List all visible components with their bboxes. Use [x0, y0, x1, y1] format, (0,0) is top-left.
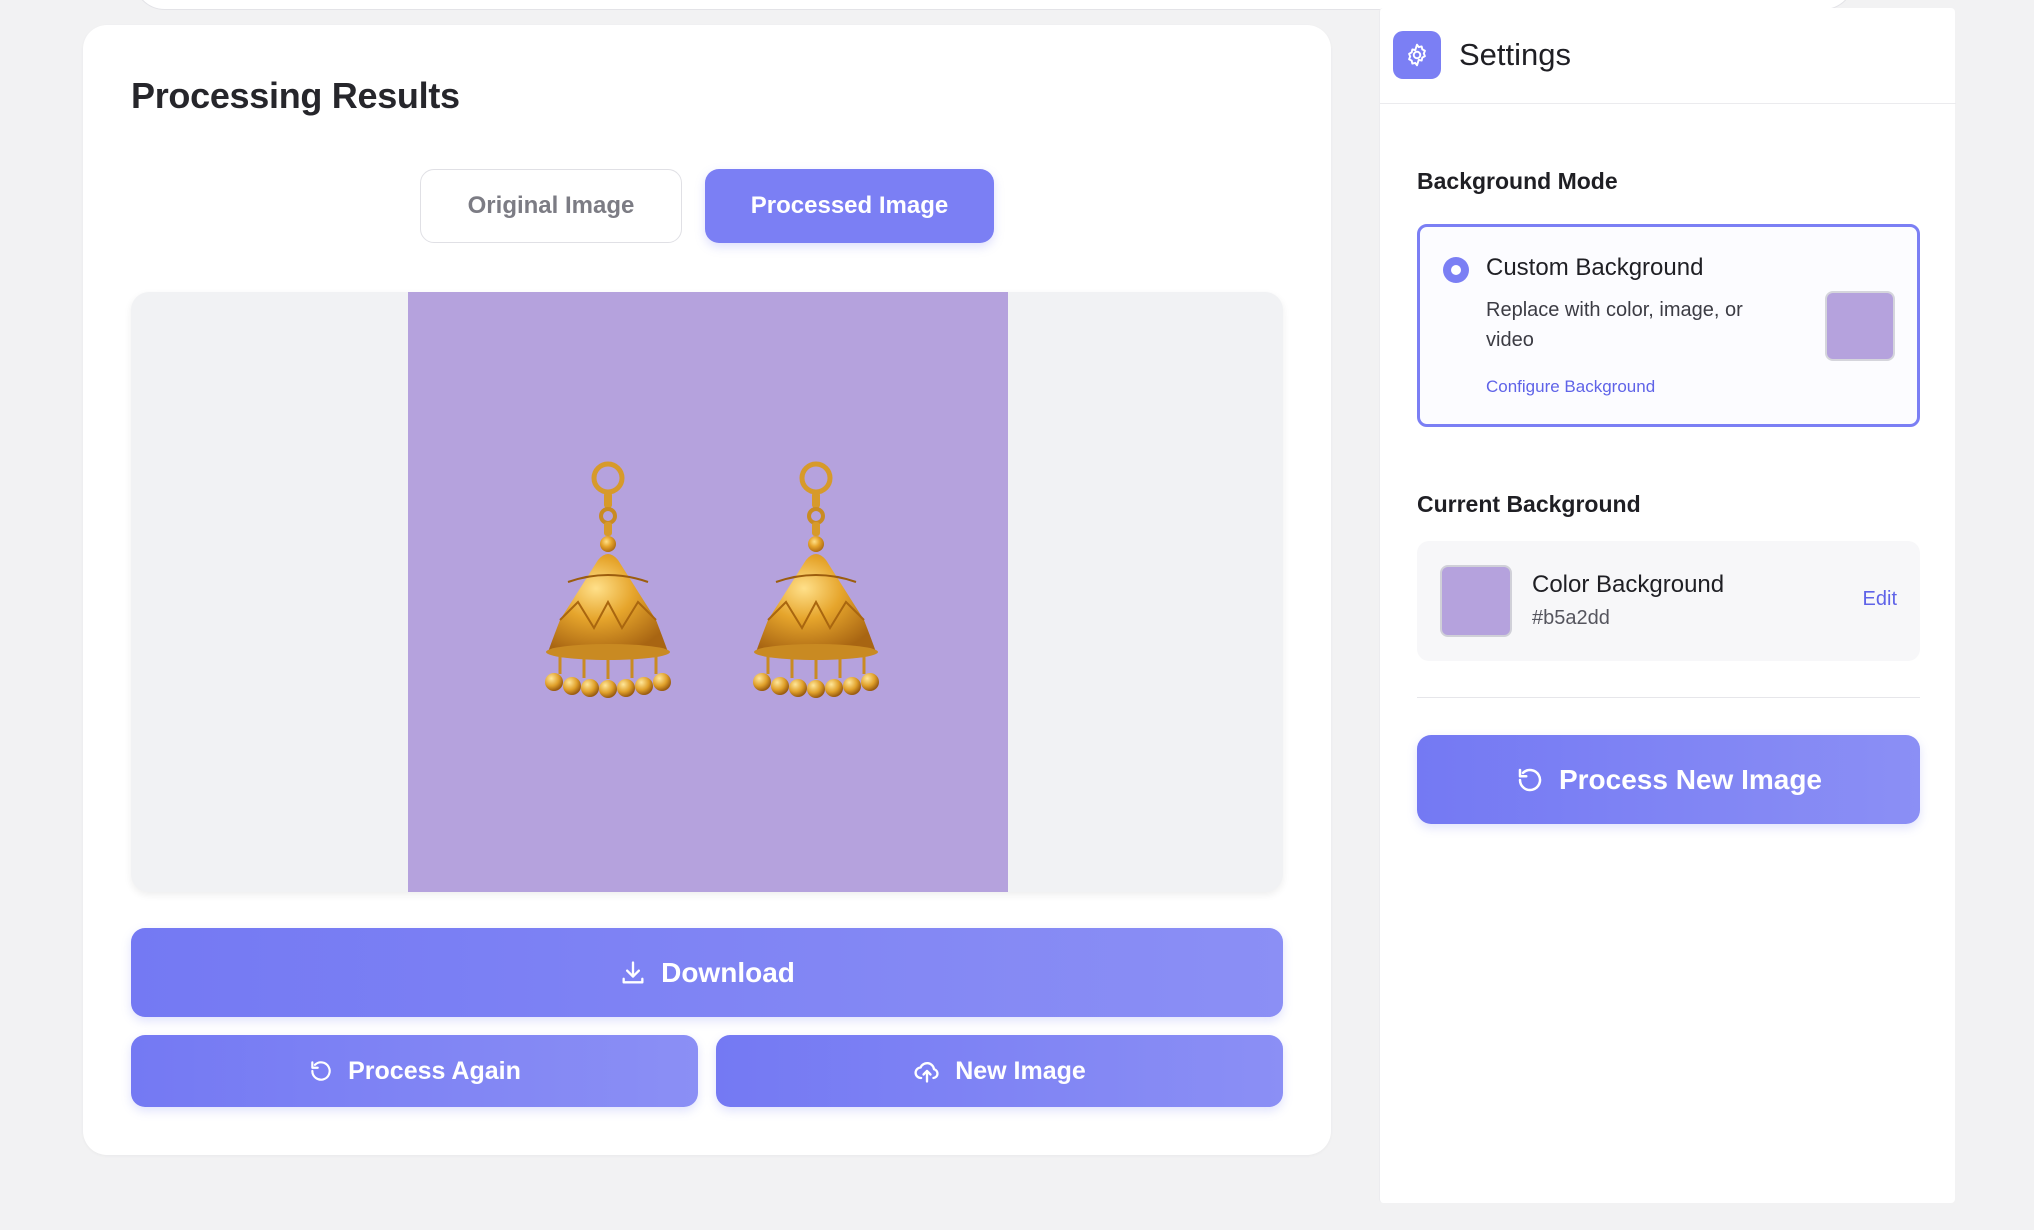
current-color-swatch: [1440, 565, 1512, 637]
download-button[interactable]: Download: [131, 928, 1283, 1017]
custom-background-description: Replace with color, image, or video: [1486, 299, 1743, 351]
tab-processed-image[interactable]: Processed Image: [705, 169, 994, 243]
background-color-swatch[interactable]: [1825, 291, 1895, 361]
app-window: Processing Results Original Image Proces…: [0, 0, 2034, 1230]
settings-title: Settings: [1459, 37, 1572, 72]
new-image-label: New Image: [955, 1056, 1086, 1085]
current-background-name: Color Background: [1532, 571, 1725, 598]
settings-header: Settings: [1380, 8, 1956, 104]
settings-panel: Settings Background Mode Custom Backgrou…: [1379, 8, 1956, 1203]
process-new-image-button[interactable]: Process New Image: [1417, 735, 1920, 824]
refresh-icon: [311, 1061, 331, 1081]
current-background-card: Color Background #b5a2dd Edit: [1417, 541, 1920, 661]
background-mode-label: Background Mode: [1417, 168, 1618, 194]
edit-background-link[interactable]: Edit: [1863, 588, 1897, 611]
current-background-label: Current Background: [1417, 491, 1641, 517]
tab-original-image[interactable]: Original Image: [420, 169, 682, 243]
process-again-button[interactable]: Process Again: [131, 1035, 698, 1107]
cloud-upload-icon: [914, 1062, 939, 1083]
process-new-image-label: Process New Image: [1558, 763, 1823, 795]
processed-image: [408, 292, 1008, 892]
configure-background-link[interactable]: Configure Background: [1486, 377, 1655, 397]
image-preview: [131, 292, 1283, 892]
gear-icon: [1393, 31, 1441, 79]
custom-background-option[interactable]: Custom Background Replace with color, im…: [1417, 224, 1920, 427]
current-background-hex: #b5a2dd: [1532, 607, 1610, 629]
page-title: Processing Results: [131, 75, 460, 116]
refresh-icon: [1518, 768, 1542, 791]
process-again-label: Process Again: [348, 1056, 521, 1085]
download-label: Download: [661, 956, 795, 988]
custom-background-title: Custom Background: [1486, 254, 1704, 281]
new-image-button[interactable]: New Image: [716, 1035, 1283, 1107]
divider: [1417, 697, 1920, 698]
processing-results-card: Processing Results Original Image Proces…: [83, 25, 1331, 1155]
download-icon: [622, 960, 644, 983]
radio-selected[interactable]: [1443, 257, 1469, 283]
